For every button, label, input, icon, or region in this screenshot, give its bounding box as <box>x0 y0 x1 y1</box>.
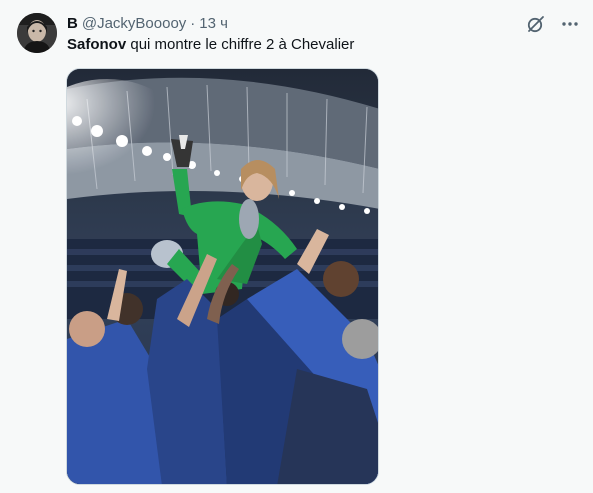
user-avatar[interactable] <box>17 13 57 53</box>
photo-goalkeeper-celebration <box>67 69 378 484</box>
more-icon <box>562 22 578 26</box>
user-handle[interactable]: @JackyBooooy <box>82 15 186 32</box>
grok-button[interactable] <box>525 13 547 35</box>
separator-dot: · <box>190 14 196 32</box>
tweet-photo[interactable] <box>66 68 379 485</box>
grok-icon <box>527 16 544 33</box>
avatar-image <box>17 13 57 53</box>
tweet-text: Safonov qui montre le chiffre 2 à Cheval… <box>67 35 354 55</box>
tweet-header: В @JackyBooooy · 13 ч <box>67 13 228 33</box>
timestamp[interactable]: 13 ч <box>199 15 228 32</box>
tweet-text-bold: Safonov <box>67 36 127 53</box>
tweet-card[interactable]: В @JackyBooooy · 13 ч Safonov qui montre… <box>0 0 593 493</box>
display-name[interactable]: В <box>67 15 78 32</box>
tweet-text-body: qui montre le chiffre 2 à Chevalier <box>126 36 355 53</box>
more-options-button[interactable] <box>559 13 581 35</box>
tweet-actions <box>525 13 581 35</box>
